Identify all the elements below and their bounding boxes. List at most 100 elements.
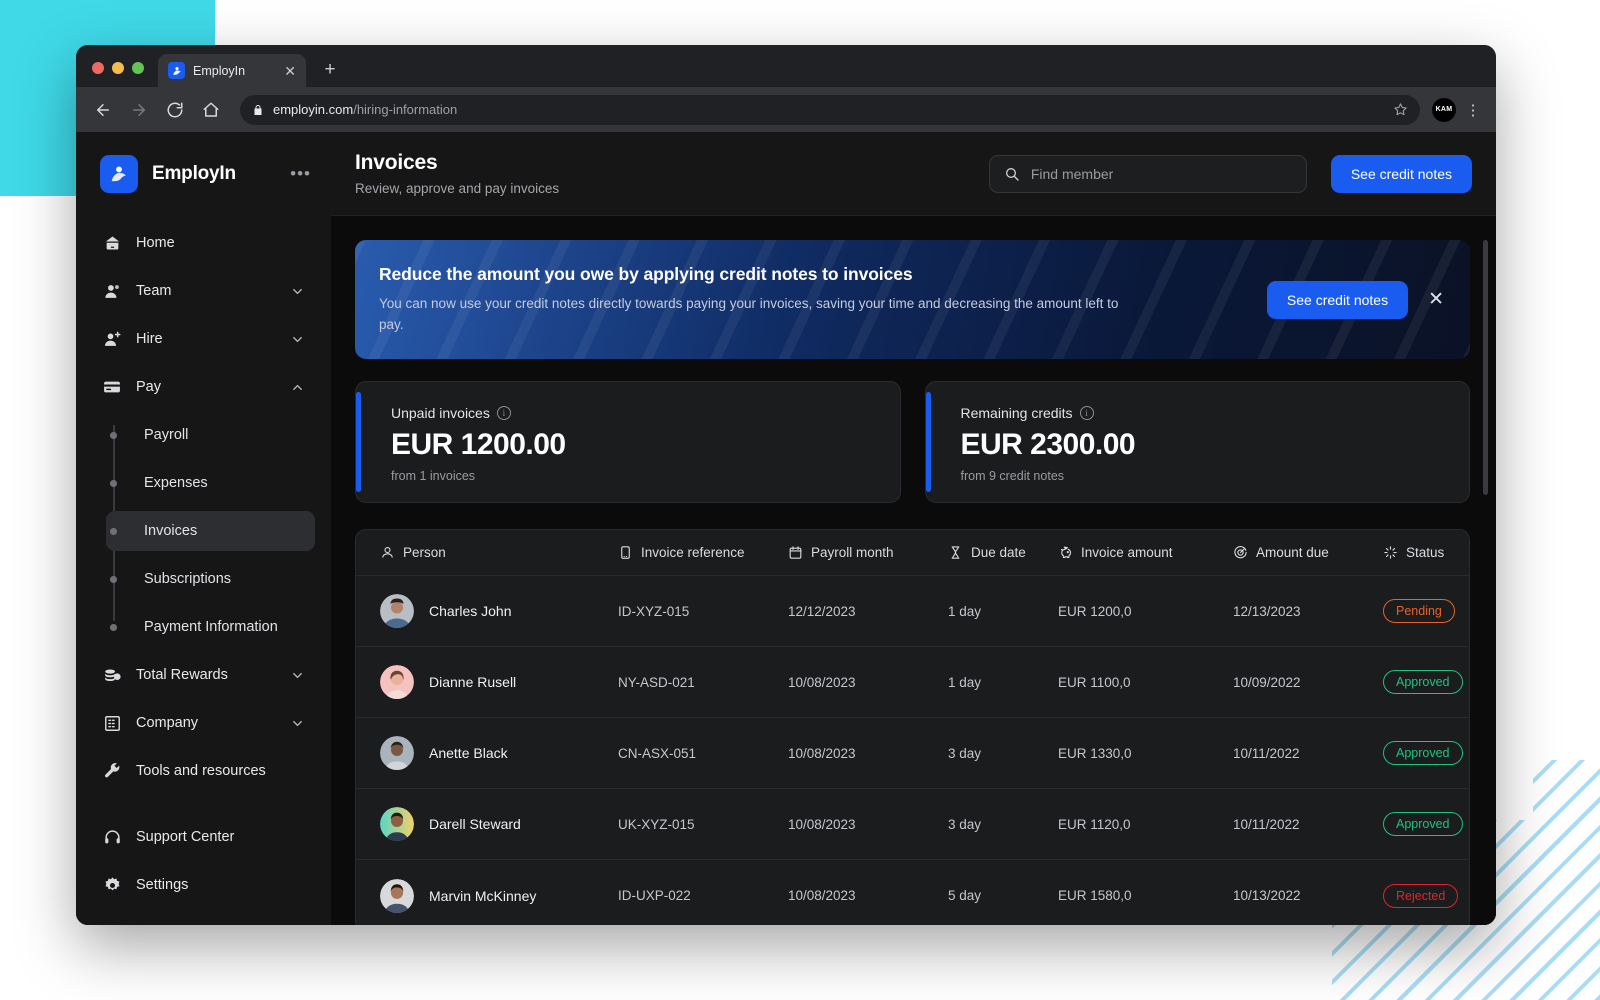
sidebar-more-icon[interactable]: ••• bbox=[290, 164, 315, 184]
column-header-label: Person bbox=[403, 545, 446, 560]
sidebar-item-payment-information[interactable]: Payment Information bbox=[106, 607, 315, 647]
cell-amount-due: 10/09/2022 bbox=[1233, 674, 1301, 690]
home-button[interactable] bbox=[196, 95, 226, 125]
person-name: Darell Steward bbox=[429, 816, 521, 832]
piggy-bank-icon bbox=[1058, 545, 1073, 560]
vertical-scrollbar[interactable] bbox=[1483, 240, 1488, 495]
cell-status: Rejected bbox=[1383, 883, 1469, 908]
table-row[interactable]: Dianne Rusell NY-ASD-021 10/08/2023 1 da… bbox=[356, 647, 1469, 718]
browser-titlebar: EmployIn ✕ + bbox=[76, 45, 1496, 87]
sidebar-item-hire[interactable]: Hire bbox=[92, 319, 315, 359]
forward-button[interactable] bbox=[124, 95, 154, 125]
brand-name: EmployIn bbox=[152, 163, 236, 184]
brand[interactable]: EmployIn ••• bbox=[92, 132, 315, 193]
window-controls[interactable] bbox=[76, 62, 158, 87]
stat-sublabel: from 9 credit notes bbox=[960, 469, 1065, 483]
column-header-amount-due[interactable]: Amount due bbox=[1233, 545, 1383, 560]
search-box[interactable] bbox=[988, 154, 1307, 193]
browser-window: EmployIn ✕ + employin.com/hiring-informa… bbox=[76, 45, 1496, 925]
info-icon[interactable]: i bbox=[1079, 406, 1094, 420]
cell-payroll-month: 10/08/2023 bbox=[788, 745, 856, 761]
table-row[interactable]: Darell Steward UK-XYZ-015 10/08/2023 3 d… bbox=[356, 789, 1469, 860]
column-header-due-date[interactable]: Due date bbox=[948, 545, 1058, 560]
bookmark-star-icon[interactable] bbox=[1393, 102, 1408, 117]
sidebar-item-total-rewards[interactable]: Total Rewards bbox=[92, 655, 315, 695]
cell-status: Approved bbox=[1383, 741, 1469, 765]
cell-payroll-month: 12/12/2023 bbox=[788, 603, 856, 619]
target-icon bbox=[1233, 545, 1248, 560]
chevron-down-icon[interactable] bbox=[290, 332, 305, 347]
reload-button[interactable] bbox=[160, 95, 190, 125]
status-badge: Approved bbox=[1383, 670, 1463, 694]
column-header-label: Amount due bbox=[1256, 545, 1329, 560]
sidebar-item-support-center[interactable]: Support Center bbox=[92, 817, 315, 857]
see-credit-notes-button[interactable]: See credit notes bbox=[1330, 154, 1472, 193]
chevron-up-icon[interactable] bbox=[290, 380, 305, 395]
banner-text: Reduce the amount you owe by applying cr… bbox=[379, 264, 1139, 336]
column-header-invoice-amount[interactable]: Invoice amount bbox=[1058, 545, 1233, 560]
sidebar-item-tools-and-resources[interactable]: Tools and resources bbox=[92, 751, 315, 791]
column-header-person[interactable]: Person bbox=[356, 545, 618, 560]
sidebar-item-label: Pay bbox=[136, 379, 161, 395]
card-icon bbox=[102, 377, 122, 397]
sidebar-subitem-label: Subscriptions bbox=[144, 571, 232, 587]
address-bar[interactable]: employin.com/hiring-information bbox=[240, 94, 1420, 125]
cell-due-date: 3 day bbox=[948, 745, 982, 761]
sidebar-nav: Home Team Hire Pay Payroll Expenses Invo… bbox=[92, 223, 315, 905]
cell-due-date: 5 day bbox=[948, 888, 982, 903]
tab-close-icon[interactable]: ✕ bbox=[284, 64, 296, 78]
table-row[interactable]: Charles John ID-XYZ-015 12/12/2023 1 day… bbox=[356, 576, 1469, 647]
column-header-status[interactable]: Status bbox=[1383, 545, 1469, 560]
sidebar-subitem-label: Expenses bbox=[144, 475, 208, 491]
cell-invoice-reference: CN-ASX-051 bbox=[618, 745, 697, 761]
building-icon bbox=[102, 713, 122, 733]
page-title-group: Invoices Review, approve and pay invoice… bbox=[355, 151, 559, 196]
sidebar-item-payroll[interactable]: Payroll bbox=[106, 415, 315, 455]
cell-invoice-reference: ID-XYZ-015 bbox=[618, 603, 690, 619]
chevron-down-icon[interactable] bbox=[290, 716, 305, 731]
maximize-window-button[interactable] bbox=[132, 62, 144, 74]
sidebar-item-label: Team bbox=[136, 283, 172, 299]
chevron-down-icon[interactable] bbox=[290, 284, 305, 299]
browser-menu-icon[interactable]: ⋮ bbox=[1462, 101, 1484, 119]
person-name: Marvin McKinney bbox=[429, 887, 537, 904]
sidebar-item-invoices[interactable]: Invoices bbox=[106, 511, 315, 551]
browser-toolbar: employin.com/hiring-information KAM ⋮ bbox=[76, 87, 1496, 132]
person-cell: Anette Black bbox=[380, 736, 618, 770]
browser-tab[interactable]: EmployIn ✕ bbox=[158, 54, 306, 87]
sidebar-item-pay[interactable]: Pay bbox=[92, 367, 315, 407]
status-badge: Pending bbox=[1383, 599, 1455, 623]
stat-label: Unpaid invoices bbox=[391, 405, 490, 421]
sidebar-item-subscriptions[interactable]: Subscriptions bbox=[106, 559, 315, 599]
info-icon[interactable]: i bbox=[496, 406, 511, 420]
person-cell: Charles John bbox=[380, 594, 618, 628]
sidebar-item-team[interactable]: Team bbox=[92, 271, 315, 311]
back-button[interactable] bbox=[88, 95, 118, 125]
column-header-label: Invoice amount bbox=[1081, 545, 1173, 560]
sidebar-divider bbox=[92, 799, 315, 817]
search-input[interactable] bbox=[1030, 165, 1292, 182]
close-window-button[interactable] bbox=[92, 62, 104, 74]
banner-see-credit-notes-button[interactable]: See credit notes bbox=[1266, 280, 1409, 319]
minimize-window-button[interactable] bbox=[112, 62, 124, 74]
profile-avatar[interactable]: KAM bbox=[1432, 97, 1456, 122]
cell-payroll-month: 10/08/2023 bbox=[788, 816, 856, 832]
chevron-down-icon[interactable] bbox=[290, 668, 305, 683]
new-tab-button[interactable]: + bbox=[316, 56, 344, 84]
stat-card-unpaid-invoices: Unpaid invoices i EUR 1200.00 from 1 inv… bbox=[355, 381, 901, 503]
sidebar-item-expenses[interactable]: Expenses bbox=[106, 463, 315, 503]
sidebar-item-home[interactable]: Home bbox=[92, 223, 315, 263]
column-header-payroll-month[interactable]: Payroll month bbox=[788, 545, 948, 560]
sidebar-item-settings[interactable]: Settings bbox=[92, 865, 315, 905]
table-row[interactable]: Anette Black CN-ASX-051 10/08/2023 3 day… bbox=[356, 718, 1469, 789]
sparkle-icon bbox=[1383, 545, 1398, 560]
table-row[interactable]: Marvin McKinney ID-UXP-022 10/08/2023 5 … bbox=[356, 860, 1469, 925]
stat-label-row: Remaining credits i bbox=[961, 405, 1470, 421]
banner-close-icon[interactable]: ✕ bbox=[1428, 290, 1444, 309]
app-body: EmployIn ••• Home Team Hire Pay Payroll … bbox=[76, 132, 1496, 925]
column-header-invoice-reference[interactable]: Invoice reference bbox=[618, 545, 788, 560]
sidebar-item-company[interactable]: Company bbox=[92, 703, 315, 743]
coins-icon bbox=[102, 665, 122, 685]
cell-person: Marvin McKinney bbox=[356, 878, 618, 913]
cell-status: Approved bbox=[1383, 670, 1469, 694]
